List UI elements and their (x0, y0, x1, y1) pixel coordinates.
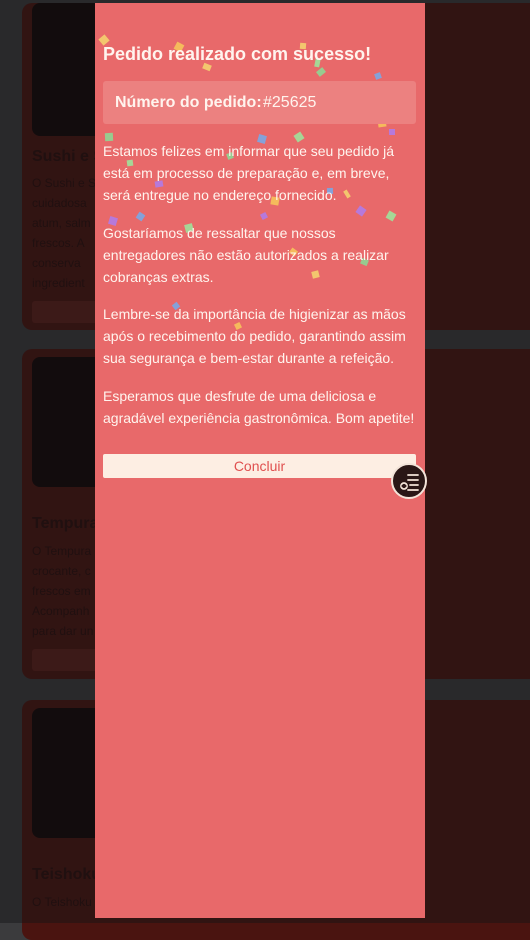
message-enjoy: Esperamos que desfrute de uma deliciosa … (103, 388, 415, 426)
order-list-icon (400, 474, 419, 491)
confetti-piece (316, 67, 326, 77)
confetti-piece (259, 211, 269, 221)
message-hygiene: Lembre-se da importância de higienizar a… (103, 306, 406, 366)
confetti-piece (374, 72, 382, 80)
order-number-value: #25625 (263, 94, 317, 111)
confetti-piece (388, 128, 396, 136)
order-number-box: Número do pedido: #25625 (103, 81, 416, 124)
message-preparing: Estamos felizes em informar que seu pedi… (103, 143, 395, 203)
order-number-label: Número do pedido: (115, 94, 262, 111)
message-no-extra-charges: Gostaríamos de ressaltar que nossos entr… (103, 225, 389, 285)
confetti-piece (385, 210, 397, 222)
order-success-modal: Pedido realizado com sucesso! Número do … (95, 3, 425, 918)
order-list-button[interactable] (391, 463, 427, 499)
modal-title: Pedido realizado com sucesso! (103, 44, 372, 64)
conclude-button[interactable]: Concluir (103, 454, 416, 478)
confetti-piece (355, 205, 367, 217)
confetti-piece (135, 211, 146, 222)
